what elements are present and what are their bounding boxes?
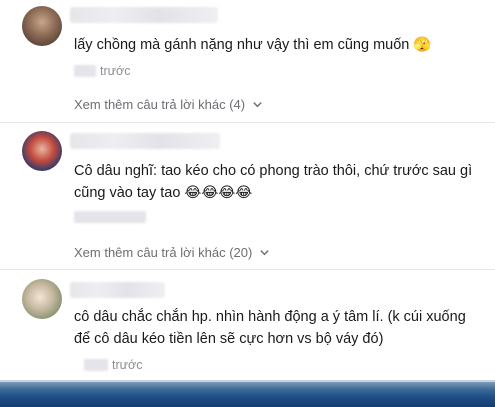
more-replies-label: Xem thêm câu trả lời khác (20) bbox=[74, 245, 253, 260]
author-name-blurred[interactable] bbox=[70, 282, 165, 298]
avatar[interactable] bbox=[22, 279, 62, 319]
comment-text: cô dâu chắc chắn hp. nhìn hành động a ý … bbox=[74, 309, 466, 347]
author-name-blurred[interactable] bbox=[70, 7, 218, 23]
timestamp-blurred bbox=[74, 65, 96, 77]
timestamp-suffix: trước bbox=[100, 64, 131, 78]
timestamp-suffix: trước bbox=[112, 358, 143, 372]
comment-text: lấy chồng mà gánh nặng như vậy thì em cũ… bbox=[74, 37, 432, 53]
chevron-down-icon bbox=[260, 250, 269, 256]
avatar[interactable] bbox=[22, 6, 62, 46]
comment-meta bbox=[74, 211, 146, 223]
taskbar bbox=[0, 382, 495, 407]
timestamp-blurred bbox=[74, 211, 146, 223]
more-replies-label: Xem thêm câu trả lời khác (4) bbox=[74, 97, 246, 112]
author-name-blurred[interactable] bbox=[70, 133, 220, 149]
timestamp-blurred bbox=[84, 359, 108, 371]
comment-meta: trước bbox=[84, 358, 142, 372]
chevron-down-icon bbox=[253, 102, 262, 108]
more-replies-link[interactable]: Xem thêm câu trả lời khác (20) bbox=[74, 245, 270, 260]
comment-meta: trước bbox=[74, 64, 130, 78]
divider bbox=[0, 122, 495, 123]
divider bbox=[0, 269, 495, 270]
more-replies-link[interactable]: Xem thêm câu trả lời khác (4) bbox=[74, 97, 263, 112]
comment-text: Cô dâu nghĩ: tao kéo cho có phong trào t… bbox=[74, 163, 473, 201]
avatar[interactable] bbox=[22, 131, 62, 171]
